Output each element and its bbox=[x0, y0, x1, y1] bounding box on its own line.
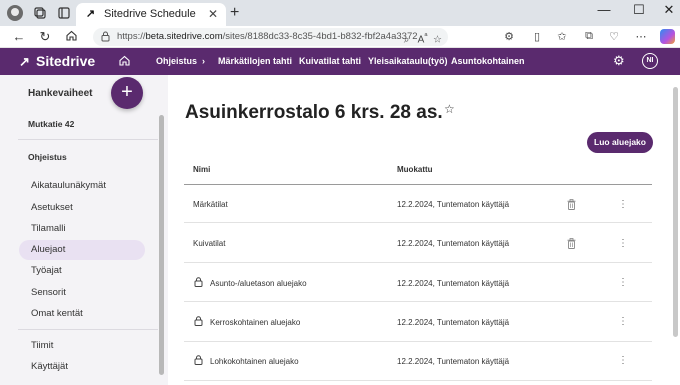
browser-essentials-icon[interactable]: ♡ bbox=[607, 30, 621, 43]
browser-toolbar: ← ↻ https://beta.sitedrive.com/sites/818… bbox=[0, 26, 680, 48]
trash-icon[interactable] bbox=[567, 199, 576, 210]
more-icon[interactable]: ⋮ bbox=[618, 356, 628, 366]
column-header-name[interactable]: Nimi bbox=[193, 165, 210, 174]
user-avatar[interactable]: NI bbox=[642, 53, 658, 69]
nav-ohjeistus[interactable]: Ohjeistus › bbox=[156, 56, 205, 66]
favorites-icon[interactable]: ✩ bbox=[555, 30, 569, 43]
address-bar[interactable]: https://beta.sitedrive.com/sites/8188dc3… bbox=[93, 28, 448, 46]
sidebar: Hankevaiheet + Mutkatie 42 Ohjeistus Aik… bbox=[0, 75, 168, 385]
row-divider bbox=[184, 301, 652, 302]
row-modified: 12.2.2024, Tuntematon käyttäjä bbox=[397, 200, 510, 209]
main-scrollbar[interactable] bbox=[673, 87, 678, 337]
sitedrive-logo[interactable]: ↗ Sitedrive bbox=[19, 53, 95, 70]
row-divider bbox=[184, 341, 652, 342]
address-bar-actions[interactable]: ⌕ Aᵃ ☆ bbox=[404, 30, 442, 45]
sitedrive-favicon-icon: ↗ bbox=[85, 8, 96, 20]
gear-icon[interactable]: ⚙ bbox=[613, 53, 625, 69]
section-label[interactable]: Ohjeistus bbox=[28, 152, 67, 162]
lock-icon bbox=[194, 316, 203, 326]
copilot-icon[interactable] bbox=[660, 29, 675, 44]
back-button[interactable]: ← bbox=[11, 29, 27, 45]
home-icon[interactable] bbox=[118, 54, 131, 70]
url-text: https://beta.sitedrive.com/sites/8188dc3… bbox=[117, 31, 417, 42]
app-header: ↗ Sitedrive Ohjeistus › Märkätilojen taht… bbox=[0, 48, 680, 75]
nav-markatilojen-tahti[interactable]: Märkätilojen tahti bbox=[218, 56, 292, 66]
page-title: Asuinkerrostalo 6 krs. 28 as. bbox=[185, 102, 443, 123]
divider bbox=[18, 139, 158, 140]
workspaces-icon[interactable] bbox=[33, 6, 47, 20]
row-modified: 12.2.2024, Tuntematon käyttäjä bbox=[397, 279, 510, 288]
tab-actions-icon[interactable] bbox=[57, 6, 71, 20]
row-name: Kerroskohtainen aluejako bbox=[210, 318, 301, 327]
minimize-button[interactable]: — bbox=[594, 2, 614, 17]
active-tab[interactable]: ↗ Sitedrive Schedule ✕ bbox=[76, 3, 226, 26]
new-tab-button[interactable]: + bbox=[230, 4, 239, 22]
sidebar-item-sensorit[interactable]: Sensorit bbox=[19, 283, 145, 303]
sidebar-item-asetukset[interactable]: Asetukset bbox=[19, 198, 145, 218]
tab-title: Sitedrive Schedule bbox=[104, 8, 196, 20]
main-content: Asuinkerrostalo 6 krs. 28 as. ☆ Luo alue… bbox=[168, 75, 680, 385]
nav-asuntokohtainen[interactable]: Asuntokohtainen bbox=[451, 56, 525, 66]
create-area-split-button[interactable]: Luo aluejako bbox=[587, 132, 653, 153]
split-screen-icon[interactable]: ▯ bbox=[530, 30, 544, 43]
trash-icon[interactable] bbox=[567, 238, 576, 249]
sidebar-item-tiimit[interactable]: Tiimit bbox=[19, 336, 145, 356]
sidebar-item-omat-kentat[interactable]: Omat kentät bbox=[19, 304, 145, 324]
row-name: Kuivatilat bbox=[193, 239, 226, 248]
collections-icon[interactable]: ⧉ bbox=[582, 30, 596, 43]
milestone-label[interactable]: Mutkatie 42 bbox=[28, 119, 74, 129]
lock-icon bbox=[194, 277, 203, 287]
row-name: Lohkokohtainen aluejako bbox=[210, 357, 299, 366]
column-header-modified[interactable]: Muokattu bbox=[397, 165, 433, 174]
extension-icon[interactable]: ⚙ bbox=[502, 30, 516, 43]
row-name: Asunto-/aluetason aluejako bbox=[210, 279, 307, 288]
profile-avatar[interactable] bbox=[7, 5, 23, 21]
add-button[interactable]: + bbox=[111, 77, 143, 109]
divider bbox=[18, 329, 158, 330]
sidebar-scrollbar[interactable] bbox=[159, 115, 164, 375]
more-icon[interactable]: ⋮ bbox=[618, 239, 628, 249]
sidebar-item-aikataulunakymat[interactable]: Aikataulunäkymät bbox=[19, 176, 145, 196]
row-modified: 12.2.2024, Tuntematon käyttäjä bbox=[397, 357, 510, 366]
chevron-right-icon: › bbox=[202, 56, 206, 66]
more-icon[interactable]: ⋮ bbox=[618, 317, 628, 327]
favorite-star-icon[interactable]: ☆ bbox=[444, 102, 455, 116]
row-divider bbox=[184, 380, 652, 381]
nav-kuivatilat-tahti[interactable]: Kuivatilat tahti bbox=[299, 56, 361, 66]
lock-icon bbox=[101, 31, 110, 42]
refresh-button[interactable]: ↻ bbox=[37, 29, 53, 45]
nav-yleisaikataulu[interactable]: Yleisaikataulu(työ) bbox=[368, 56, 448, 66]
sidebar-item-aluejaot[interactable]: Aluejaot bbox=[19, 240, 145, 260]
sidebar-item-tilamalli[interactable]: Tilamalli bbox=[19, 219, 145, 239]
home-button[interactable] bbox=[63, 29, 79, 46]
row-divider bbox=[184, 262, 652, 263]
project-title: Hankevaiheet bbox=[28, 88, 93, 99]
maximize-button[interactable]: ☐ bbox=[629, 2, 649, 18]
close-icon[interactable]: ✕ bbox=[208, 7, 218, 21]
row-name: Märkätilat bbox=[193, 200, 228, 209]
sidebar-item-kayttajat[interactable]: Käyttäjät bbox=[19, 357, 145, 377]
more-options-icon[interactable]: ⋯ bbox=[634, 30, 648, 43]
more-icon[interactable]: ⋮ bbox=[618, 278, 628, 288]
row-modified: 12.2.2024, Tuntematon käyttäjä bbox=[397, 318, 510, 327]
row-divider bbox=[184, 222, 652, 223]
sidebar-item-tyoajat[interactable]: Työajat bbox=[19, 261, 145, 281]
more-icon[interactable]: ⋮ bbox=[618, 200, 628, 210]
lock-icon bbox=[194, 355, 203, 365]
window-close-button[interactable]: ✕ bbox=[659, 2, 679, 18]
logo-mark-icon: ↗ bbox=[19, 54, 30, 69]
row-modified: 12.2.2024, Tuntematon käyttäjä bbox=[397, 239, 510, 248]
browser-tab-strip: ↗ Sitedrive Schedule ✕ + — ☐ ✕ bbox=[0, 0, 680, 26]
header-divider bbox=[184, 184, 652, 185]
